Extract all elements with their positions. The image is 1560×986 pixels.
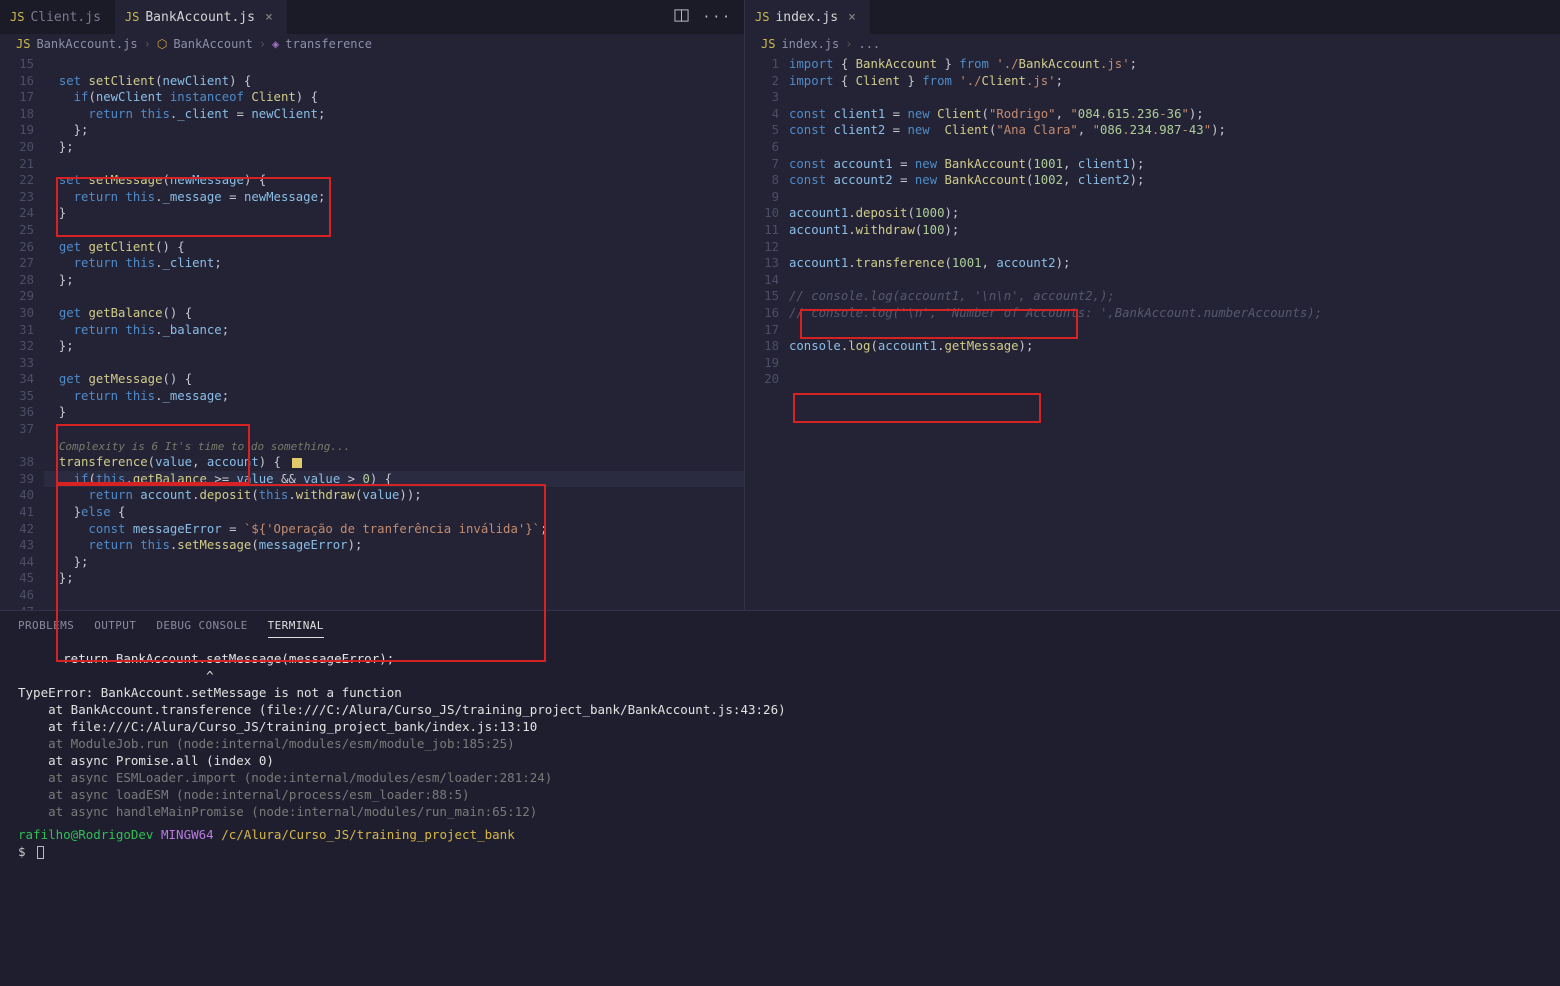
left-gutter: 1516171819202122232425262728293031323334… [0,56,44,610]
class-icon: ⬡ [157,37,167,51]
editor-actions: ··· [674,0,744,34]
js-file-icon: JS [125,10,139,24]
right-tab-strip: JS index.js × [745,0,1560,34]
tab-bankaccount-js[interactable]: JS BankAccount.js × [115,0,287,34]
crumb-ellipsis[interactable]: ... [858,37,880,51]
tab-index-js[interactable]: JS index.js × [745,0,870,34]
close-icon[interactable]: × [265,10,273,25]
chevron-right-icon: › [259,37,266,51]
chevron-right-icon: › [845,37,852,51]
js-file-icon: JS [761,37,775,51]
right-editor: JS index.js × JS index.js › ... 12345678… [745,0,1560,610]
tab-output[interactable]: OUTPUT [94,619,136,638]
tab-terminal[interactable]: TERMINAL [268,619,324,638]
crumb-class[interactable]: BankAccount [173,37,252,51]
left-code-view[interactable]: 1516171819202122232425262728293031323334… [0,56,744,610]
method-icon: ◈ [272,37,279,51]
close-icon[interactable]: × [848,10,856,25]
js-file-icon: JS [755,10,769,24]
right-gutter: 1234567891011121314151617181920 [745,56,789,610]
js-file-icon: JS [10,10,24,24]
tab-label: index.js [775,10,838,25]
tab-label: Client.js [30,10,100,25]
crumb-file[interactable]: BankAccount.js [36,37,137,51]
chevron-right-icon: › [144,37,151,51]
tab-client-js[interactable]: JS Client.js [0,0,115,34]
js-file-icon: JS [16,37,30,51]
bottom-panel: PROBLEMS OUTPUT DEBUG CONSOLE TERMINAL r… [0,610,1560,986]
split-editor-icon[interactable] [674,8,689,27]
right-breadcrumbs[interactable]: JS index.js › ... [745,34,1560,56]
right-code-lines[interactable]: import { BankAccount } from './BankAccou… [789,56,1560,610]
crumb-file[interactable]: index.js [781,37,839,51]
tab-label: BankAccount.js [145,10,255,25]
left-code-lines[interactable]: set setClient(newClient) { if(newClient … [44,56,744,610]
tab-problems[interactable]: PROBLEMS [18,619,74,638]
crumb-method[interactable]: transference [285,37,372,51]
terminal-view[interactable]: return BankAccount.setMessage(messageErr… [0,644,1560,986]
left-editor: JS Client.js JS BankAccount.js × ··· JS [0,0,745,610]
tab-debug-console[interactable]: DEBUG CONSOLE [156,619,247,638]
left-breadcrumbs[interactable]: JS BankAccount.js › ⬡ BankAccount › ◈ tr… [0,34,744,56]
right-code-view[interactable]: 1234567891011121314151617181920 import {… [745,56,1560,610]
more-actions-icon[interactable]: ··· [703,10,732,25]
left-tab-strip: JS Client.js JS BankAccount.js × ··· [0,0,744,34]
panel-tabs: PROBLEMS OUTPUT DEBUG CONSOLE TERMINAL [0,611,1560,644]
